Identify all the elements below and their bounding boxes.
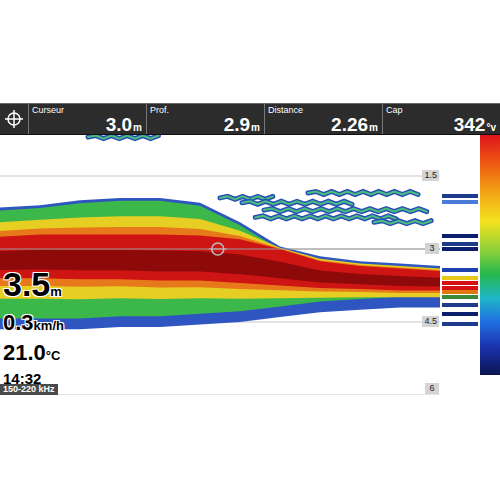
depth-scale-label: 1.5 <box>422 170 439 181</box>
frequency-label: 150-220 kHz <box>0 384 58 395</box>
target-echo <box>264 209 427 212</box>
flasher <box>440 135 480 395</box>
target-outline <box>242 201 352 204</box>
flasher-line <box>442 242 478 246</box>
page: Curseur 3.0mProf. 2.9mDistance 2.26mCap … <box>0 0 500 500</box>
field-value: 3.0m <box>32 115 142 137</box>
echo-green <box>0 201 440 319</box>
target-outline <box>308 192 418 195</box>
field-label: Cap <box>386 105 496 115</box>
field-label: Distance <box>268 105 378 115</box>
flasher-line <box>442 281 478 285</box>
top-bar: Curseur 3.0mProf. 2.9mDistance 2.26mCap … <box>0 103 500 135</box>
info-field: Prof. 2.9m <box>147 104 265 134</box>
echo-orange <box>0 227 440 293</box>
target-outline <box>264 209 427 212</box>
field-label: Curseur <box>32 105 142 115</box>
depth-gridline <box>0 395 440 396</box>
flasher-line <box>442 286 478 290</box>
sonar-view[interactable]: 1.5 3 4.5 6 3.5m 0.3km/h 21.0°C 14:32 150-2… <box>0 135 440 395</box>
depth-gridline <box>0 249 440 250</box>
flasher-line <box>442 295 478 299</box>
target-echo <box>308 192 418 195</box>
cursor-mode[interactable] <box>0 104 29 134</box>
speed-readout: 0.3km/h <box>3 310 64 339</box>
target-echo <box>88 136 158 139</box>
depth-gridline <box>0 176 440 177</box>
readouts: 3.5m 0.3km/h 21.0°C 14:32 <box>3 267 64 388</box>
depth-scale-label: 4.5 <box>422 316 439 327</box>
depth-scale-label: 6 <box>425 383 439 394</box>
target-outline <box>88 136 158 139</box>
info-field: Curseur 3.0m <box>29 104 147 134</box>
cursor-line <box>0 249 440 250</box>
echo-yellow <box>0 216 440 299</box>
flasher-line <box>442 322 478 326</box>
flasher-line <box>442 194 478 198</box>
info-field: Distance 2.26m <box>265 104 383 134</box>
flasher-line <box>442 234 478 238</box>
field-unit: m <box>369 122 378 133</box>
depth-scale-label: 3 <box>425 243 439 254</box>
flasher-line <box>442 200 478 204</box>
cursor-crosshair-icon[interactable] <box>209 243 227 255</box>
field-value: 2.26m <box>268 115 378 137</box>
crosshair-icon <box>5 110 23 128</box>
echo-core <box>0 234 440 290</box>
sonar-screen: Curseur 3.0mProf. 2.9mDistance 2.26mCap … <box>0 103 500 395</box>
color-scale <box>480 135 500 375</box>
flasher-line <box>442 247 478 251</box>
flasher-line <box>442 303 478 307</box>
sonar-chart <box>0 135 440 395</box>
field-value: 2.9m <box>150 115 260 137</box>
field-unit: m <box>133 122 142 133</box>
target-echo <box>374 221 431 224</box>
sonar-body: 1.5 3 4.5 6 3.5m 0.3km/h 21.0°C 14:32 150-2… <box>0 135 500 395</box>
echo-outer <box>0 198 440 329</box>
target-outline <box>374 221 431 224</box>
flasher-line <box>442 276 478 280</box>
field-unit: °v <box>486 122 496 133</box>
flasher-line <box>442 268 478 272</box>
field-value: 342°v <box>386 115 496 137</box>
temperature-readout: 21.0°C <box>3 340 64 369</box>
flasher-line <box>442 312 478 316</box>
field-unit: m <box>251 122 260 133</box>
field-label: Prof. <box>150 105 260 115</box>
target-outline <box>255 216 396 219</box>
depth-readout: 3.5m <box>3 267 64 309</box>
flasher-line <box>442 290 478 294</box>
target-echo <box>255 216 396 219</box>
info-field: Cap 342°v <box>383 104 500 134</box>
target-echo <box>242 201 352 204</box>
